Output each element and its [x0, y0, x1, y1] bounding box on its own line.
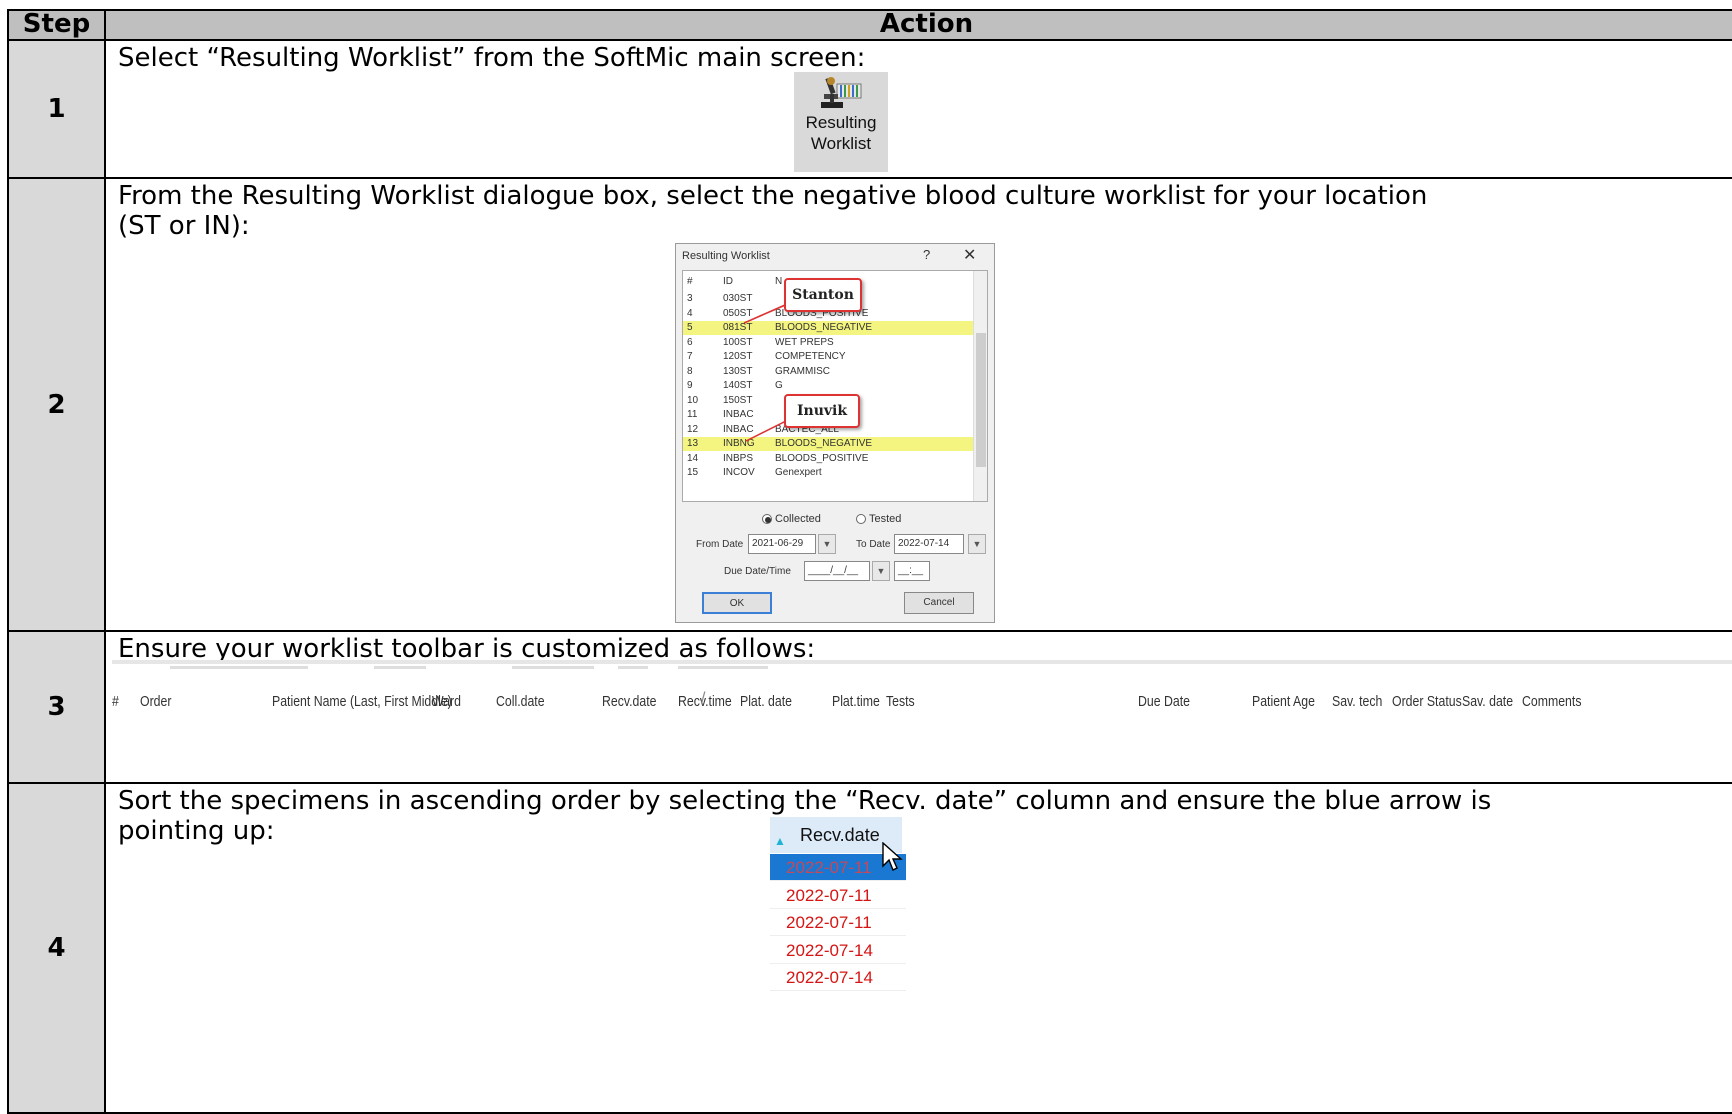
microscope-worklist-icon — [821, 77, 862, 108]
toolbar-column-header[interactable]: Due Date — [1138, 693, 1190, 710]
due-date-field[interactable]: ____/__/__ — [804, 561, 870, 581]
worklist-toolbar: # Order Patient Name (Last, First Middle) W… — [112, 660, 1732, 757]
step-number: 2 — [7, 177, 106, 632]
mouse-cursor-icon — [882, 842, 903, 871]
due-time-field[interactable]: __:__ — [894, 561, 930, 581]
resulting-worklist-dialog: Resulting Worklist ? ✕ # ID N 3 030ST 4 050… — [675, 243, 995, 623]
recv-date-value[interactable]: 2022-07-11 — [770, 909, 906, 936]
chevron-down-icon[interactable]: ▼ — [872, 561, 890, 581]
toolbar-column-header[interactable]: Recv.date — [602, 693, 656, 710]
toolbar-column-header[interactable]: Sav. tech — [1332, 693, 1382, 710]
radio-collected[interactable]: Collected — [762, 513, 821, 525]
radio-tested[interactable]: Tested — [856, 513, 901, 525]
from-date-label: From Date — [696, 539, 744, 550]
step-text-line-2: (ST or IN): — [118, 211, 250, 241]
step-action: Sort the specimens in ascending order by… — [104, 782, 1732, 1114]
toolbar-column-header[interactable]: Plat. date — [740, 693, 792, 710]
step-number: 3 — [7, 630, 106, 784]
recv-date-sort-column: ▲ Recv.date 2022-07-11 2022-07-11 2022-07-… — [770, 817, 910, 1067]
resulting-worklist-button[interactable]: Resulting Worklist — [794, 72, 888, 172]
to-date-label: To Date — [856, 539, 891, 550]
toolbar-column-header[interactable]: Plat.time — [832, 693, 880, 710]
toolbar-column-header[interactable]: Patient Name (Last, First Middle) — [272, 693, 452, 710]
toolbar-column-header[interactable]: # — [112, 693, 119, 710]
due-date-label: Due Date/Time — [724, 566, 791, 577]
toolbar-column-header[interactable]: Order Status — [1392, 693, 1462, 710]
step-text-line-1: From the Resulting Worklist dialogue box… — [118, 181, 1428, 211]
chevron-down-icon[interactable]: ▼ — [818, 534, 836, 554]
cancel-button[interactable]: Cancel — [904, 592, 974, 614]
toolbar-column-header[interactable]: Comments — [1522, 693, 1581, 710]
header-action: Action — [104, 9, 1732, 41]
from-date-field[interactable]: 2021-06-29 — [748, 534, 816, 554]
callout-stanton: Stanton — [784, 278, 862, 312]
callout-inuvik: Inuvik — [784, 394, 860, 428]
toolbar-column-header[interactable]: Order — [140, 693, 171, 710]
to-date-field[interactable]: 2022-07-14 — [894, 534, 964, 554]
toolbar-column-header[interactable]: Coll.date — [496, 693, 545, 710]
icon-label-line-1: Resulting — [805, 113, 877, 132]
step-action: Select “Resulting Worklist” from the Sof… — [104, 39, 1732, 179]
recv-date-value[interactable]: 2022-07-14 — [770, 964, 906, 991]
step-text-line-1: Sort the specimens in ascending order by… — [118, 786, 1492, 816]
chevron-down-icon[interactable]: ▼ — [968, 534, 986, 554]
header-step: Step — [7, 9, 106, 41]
toolbar-column-header[interactable]: Patient Age — [1252, 693, 1315, 710]
ok-button[interactable]: OK — [702, 592, 772, 614]
step-text: Select “Resulting Worklist” from the Sof… — [118, 43, 866, 73]
table-header-row: Step Action — [7, 9, 1732, 41]
recv-date-value[interactable]: 2022-07-11 — [770, 882, 906, 909]
toolbar-column-header[interactable]: Tests — [886, 693, 915, 710]
recv-date-value[interactable]: 2022-07-14 — [770, 937, 906, 964]
toolbar-column-header[interactable]: Ward — [432, 693, 461, 710]
icon-label-line-2: Worklist — [810, 134, 872, 153]
step-text-line-2: pointing up: — [118, 816, 275, 846]
step-number: 4 — [7, 782, 106, 1114]
toolbar-column-header[interactable]: Sav. date — [1462, 693, 1513, 710]
step-number: 1 — [7, 39, 106, 179]
